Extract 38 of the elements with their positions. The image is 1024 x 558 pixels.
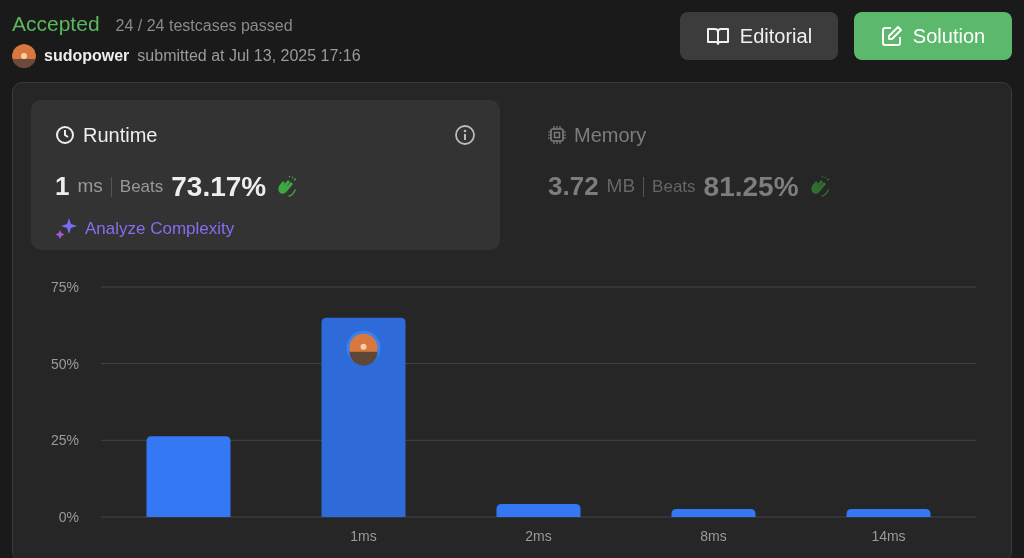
beats-percentage: 81.25% <box>703 169 799 204</box>
avatar <box>346 330 381 366</box>
axis-label: 0% <box>58 508 79 525</box>
submitted-text: submitted at Jul 13, 2025 17:16 <box>137 45 361 66</box>
axis-label: 75% <box>50 278 79 295</box>
username-link[interactable]: sudopower <box>44 43 130 68</box>
bar[interactable] <box>496 503 581 517</box>
sparkle-icon <box>55 217 77 240</box>
avatar[interactable] <box>12 43 36 68</box>
clock-icon <box>55 124 75 145</box>
axis-label: 25% <box>50 431 79 448</box>
editorial-button[interactable]: Editorial <box>680 12 838 60</box>
beats-label: Beats <box>652 175 696 198</box>
bar[interactable] <box>146 435 231 517</box>
metric-title: Runtime <box>83 122 158 148</box>
book-icon <box>705 26 730 46</box>
bar[interactable] <box>671 508 756 517</box>
metric-title: Memory <box>574 122 647 148</box>
beats-label: Beats <box>119 175 164 198</box>
metric-value: 1 <box>55 170 70 203</box>
metric-card[interactable]: Runtime 1 ms Beats 73.17% Analyze Complexity <box>31 99 500 250</box>
axis-label: 14ms <box>871 527 906 544</box>
bar[interactable] <box>846 508 931 517</box>
chip-icon <box>548 125 566 144</box>
status-text: Accepted <box>12 11 100 37</box>
bar[interactable] <box>321 317 406 517</box>
testcases-text: 24 / 24 testcases passed <box>115 16 293 36</box>
metric-unit: MB <box>606 174 636 199</box>
metric-card[interactable]: Memory 3.72 MB Beats 81.25% <box>524 99 993 250</box>
axis-label: 2ms <box>525 527 552 544</box>
metric-value: 3.72 <box>548 170 599 203</box>
metric-unit: ms <box>77 174 103 199</box>
edit-icon <box>880 25 903 47</box>
info-icon[interactable] <box>454 123 476 146</box>
axis-label: 1ms <box>350 527 377 544</box>
beats-percentage: 73.17% <box>171 169 267 204</box>
axis-label: 50% <box>50 355 79 372</box>
axis-label: 8ms <box>700 527 727 544</box>
